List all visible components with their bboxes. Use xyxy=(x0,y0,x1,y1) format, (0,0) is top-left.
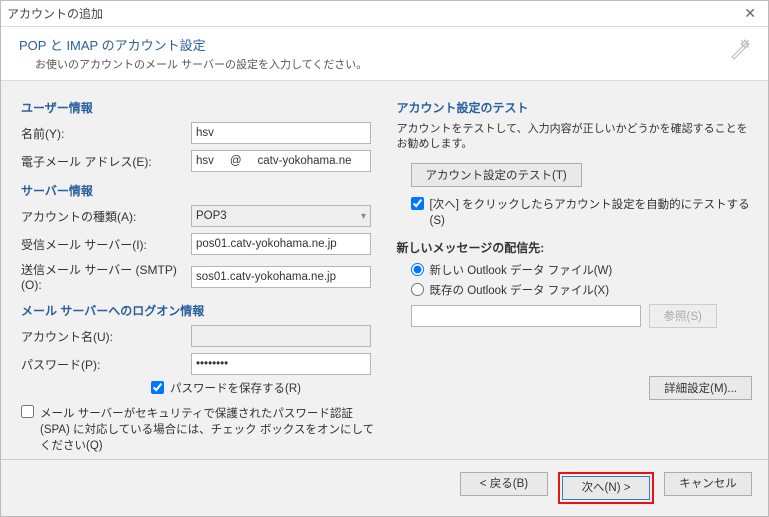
user-info-heading: ユーザー情報 xyxy=(21,99,377,116)
new-pst-radio[interactable] xyxy=(411,263,424,276)
left-column: ユーザー情報 名前(Y): 電子メール アドレス(E): サーバー情報 アカウン… xyxy=(21,99,377,459)
existing-pst-label: 既存の Outlook データ ファイル(X) xyxy=(430,282,610,298)
email-label: 電子メール アドレス(E): xyxy=(21,153,191,170)
test-account-settings-button[interactable]: アカウント設定のテスト(T) xyxy=(411,163,582,187)
logon-info-heading: メール サーバーへのログオン情報 xyxy=(21,302,377,319)
outgoing-server-label: 送信メール サーバー (SMTP)(O): xyxy=(21,261,191,292)
account-type-label: アカウントの種類(A): xyxy=(21,208,191,225)
server-info-heading: サーバー情報 xyxy=(21,182,377,199)
spa-checkbox[interactable] xyxy=(21,405,34,418)
existing-pst-radio[interactable] xyxy=(411,283,424,296)
password-input[interactable] xyxy=(191,353,371,375)
cancel-button[interactable]: キャンセル xyxy=(664,472,752,496)
window-title: アカウントの追加 xyxy=(7,5,738,22)
test-heading: アカウント設定のテスト xyxy=(397,99,753,116)
auto-test-checkbox[interactable] xyxy=(411,197,424,210)
content-area: ユーザー情報 名前(Y): 電子メール アドレス(E): サーバー情報 アカウン… xyxy=(1,81,768,459)
wizard-icon xyxy=(728,37,752,64)
spa-label: メール サーバーがセキュリティで保護されたパスワード認証 (SPA) に対応して… xyxy=(40,405,377,453)
next-button[interactable]: 次へ(N) > xyxy=(562,476,650,500)
footer: < 戻る(B) 次へ(N) > キャンセル xyxy=(1,459,768,516)
name-label: 名前(Y): xyxy=(21,125,191,142)
close-icon[interactable]: ✕ xyxy=(738,5,762,22)
test-desc: アカウントをテストして、入力内容が正しいかどうかを確認することをお勧めします。 xyxy=(397,122,753,153)
chevron-down-icon: ▾ xyxy=(361,211,366,222)
incoming-server-input[interactable] xyxy=(191,233,371,255)
deliver-heading: 新しいメッセージの配信先: xyxy=(397,239,753,256)
back-button[interactable]: < 戻る(B) xyxy=(460,472,548,496)
header: POP と IMAP のアカウント設定 お使いのアカウントのメール サーバーの設… xyxy=(1,27,768,81)
header-desc: お使いのアカウントのメール サーバーの設定を入力してください。 xyxy=(19,56,750,72)
new-pst-label: 新しい Outlook データ ファイル(W) xyxy=(430,262,613,278)
highlight-frame: 次へ(N) > xyxy=(558,472,654,504)
right-column: アカウント設定のテスト アカウントをテストして、入力内容が正しいかどうかを確認す… xyxy=(397,99,753,459)
titlebar: アカウントの追加 ✕ xyxy=(1,1,768,27)
incoming-server-label: 受信メール サーバー(I): xyxy=(21,236,191,253)
outgoing-server-input[interactable] xyxy=(191,266,371,288)
account-name-label: アカウント名(U): xyxy=(21,328,191,345)
remember-password-checkbox[interactable] xyxy=(151,381,164,394)
browse-button: 参照(S) xyxy=(649,304,717,328)
remember-password-label: パスワードを保存する(R) xyxy=(170,381,301,397)
password-label: パスワード(P): xyxy=(21,356,191,373)
name-input[interactable] xyxy=(191,122,371,144)
header-title: POP と IMAP のアカウント設定 xyxy=(19,35,750,54)
account-name-input[interactable] xyxy=(191,325,371,347)
pst-path-input[interactable] xyxy=(411,305,641,327)
auto-test-label: [次へ] をクリックしたらアカウント設定を自動的にテストする(S) xyxy=(430,197,753,229)
account-type-select[interactable]: POP3 ▾ xyxy=(191,205,371,227)
more-settings-button[interactable]: 詳細設定(M)... xyxy=(649,376,752,400)
email-input[interactable] xyxy=(191,150,371,172)
account-type-value: POP3 xyxy=(196,210,227,222)
dialog-window: アカウントの追加 ✕ POP と IMAP のアカウント設定 お使いのアカウント… xyxy=(0,0,769,517)
